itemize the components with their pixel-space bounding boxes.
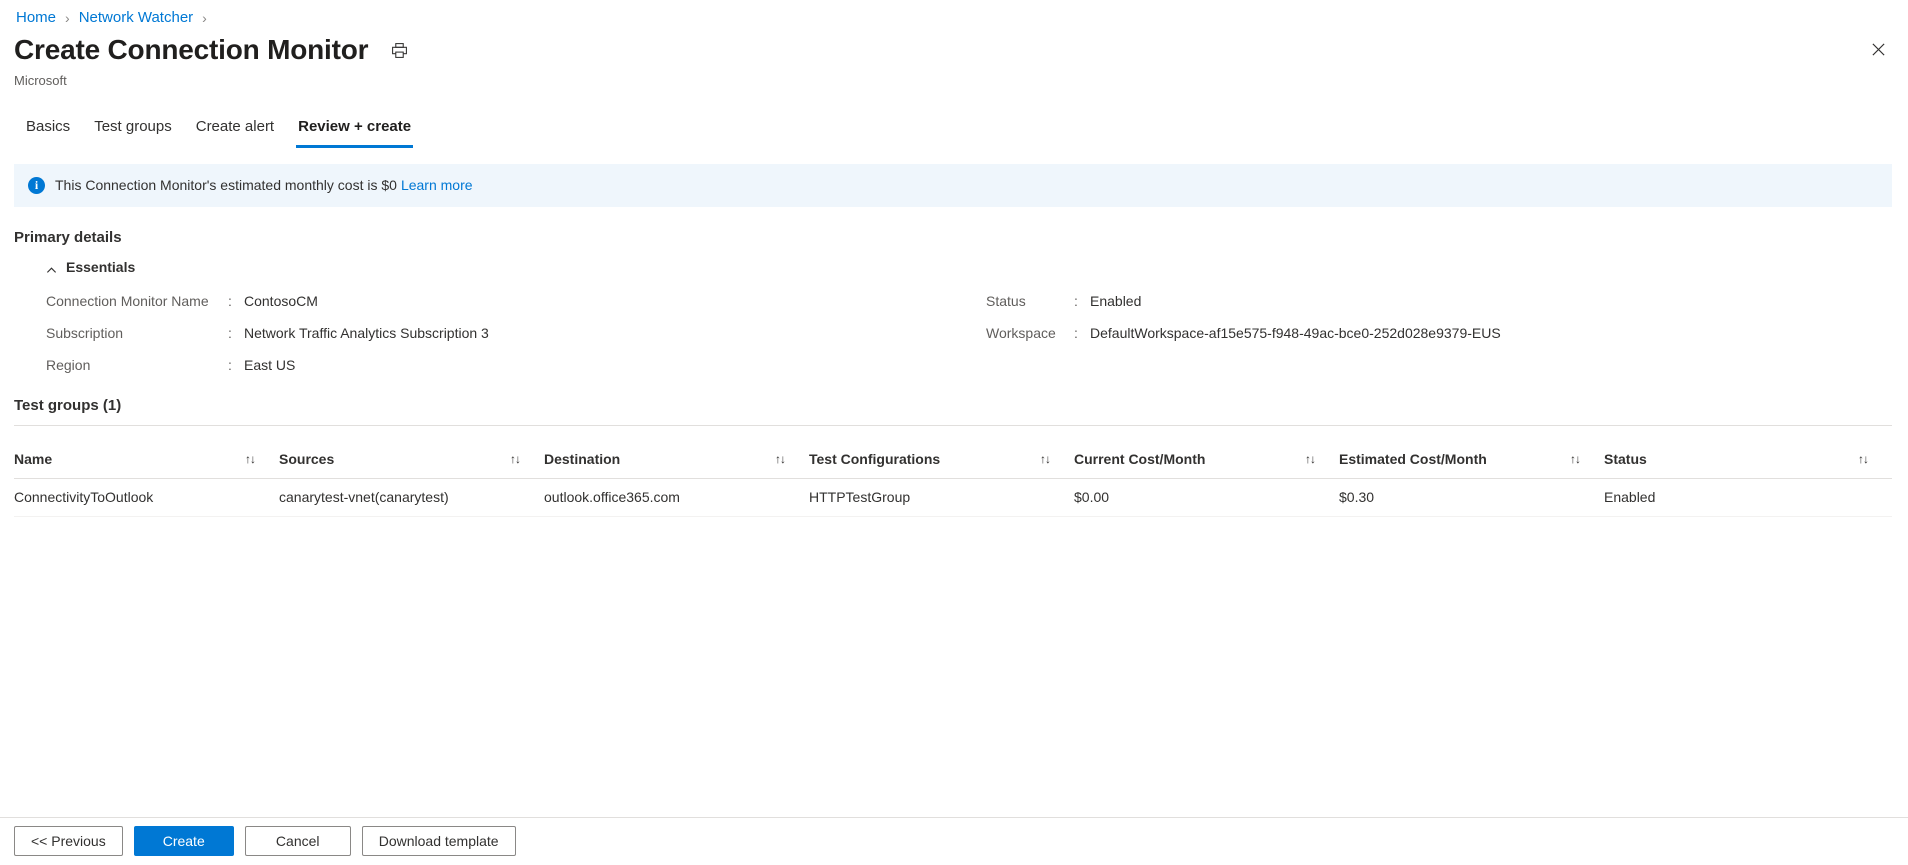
- wizard-footer: << Previous Create Cancel Download templ…: [14, 826, 516, 856]
- column-header-label: Destination: [544, 451, 621, 467]
- cell-current-cost: $0.00: [1074, 489, 1110, 505]
- detail-label: Connection Monitor Name: [46, 293, 209, 309]
- column-header-label: Name: [14, 451, 53, 467]
- column-header-label: Estimated Cost/Month: [1339, 451, 1487, 467]
- column-header-estimated-cost[interactable]: Estimated Cost/Month ↑↓: [1339, 441, 1604, 478]
- detail-label: Region: [46, 357, 91, 373]
- create-connection-monitor-blade: Home › Network Watcher › Create Connecti…: [0, 0, 1908, 865]
- essentials-right-column: Status : Enabled Workspace : DefaultWork…: [986, 292, 1886, 388]
- detail-colon: :: [228, 293, 232, 309]
- detail-colon: :: [228, 357, 232, 373]
- create-button[interactable]: Create: [133, 826, 234, 856]
- download-template-button[interactable]: Download template: [361, 826, 516, 856]
- sort-icon[interactable]: ↑↓: [1858, 450, 1869, 469]
- footer-divider: [0, 817, 1908, 818]
- column-header-label: Test Configurations: [809, 451, 941, 467]
- detail-value: Network Traffic Analytics Subscription 3: [244, 325, 489, 341]
- cost-info-banner: i This Connection Monitor's estimated mo…: [14, 164, 1892, 207]
- previous-button[interactable]: << Previous: [14, 826, 123, 856]
- breadcrumb-item-home[interactable]: Home: [16, 8, 56, 28]
- essentials-toggle[interactable]: Essentials: [46, 258, 135, 277]
- test-groups-heading: Test groups (1): [14, 397, 122, 414]
- column-header-label: Status: [1604, 451, 1647, 467]
- sort-icon[interactable]: ↑↓: [775, 450, 786, 469]
- info-icon: i: [28, 177, 45, 194]
- cell-test-configurations: HTTPTestGroup: [809, 489, 911, 505]
- detail-colon: :: [1074, 325, 1078, 341]
- column-header-label: Current Cost/Month: [1074, 451, 1206, 467]
- primary-details-heading: Primary details: [14, 229, 122, 246]
- table-row[interactable]: ConnectivityToOutlook canarytest-vnet(ca…: [14, 479, 1892, 517]
- chevron-up-icon: [46, 262, 57, 273]
- cell-destination: outlook.office365.com: [544, 489, 680, 505]
- column-header-destination[interactable]: Destination ↑↓: [544, 441, 809, 478]
- cell-sources: canarytest-vnet(canarytest): [279, 489, 449, 505]
- close-icon[interactable]: [1862, 33, 1894, 65]
- detail-label: Workspace: [986, 325, 1056, 341]
- detail-row-status: Status : Enabled: [986, 292, 1886, 324]
- tab-basics[interactable]: Basics: [14, 117, 82, 148]
- cancel-button[interactable]: Cancel: [244, 826, 351, 856]
- breadcrumb-item-network-watcher[interactable]: Network Watcher: [79, 8, 193, 28]
- tab-create-alert[interactable]: Create alert: [184, 117, 286, 148]
- detail-colon: :: [1074, 293, 1078, 309]
- detail-row-subscription: Subscription : Network Traffic Analytics…: [46, 324, 986, 356]
- detail-colon: :: [228, 325, 232, 341]
- learn-more-link[interactable]: Learn more: [401, 177, 473, 193]
- print-icon[interactable]: [386, 37, 412, 63]
- wizard-tabs: Basics Test groups Create alert Review +…: [14, 108, 423, 148]
- sort-icon[interactable]: ↑↓: [245, 450, 256, 469]
- cell-status: Enabled: [1604, 489, 1656, 505]
- sort-icon[interactable]: ↑↓: [510, 450, 521, 469]
- detail-label: Status: [986, 293, 1026, 309]
- essentials-label: Essentials: [66, 259, 136, 275]
- page-title: Create Connection Monitor: [14, 34, 369, 65]
- breadcrumb-separator-icon: ›: [65, 10, 70, 26]
- detail-row-connection-monitor-name: Connection Monitor Name : ContosoCM: [46, 292, 986, 324]
- tab-review-create[interactable]: Review + create: [286, 117, 423, 148]
- column-header-label: Sources: [279, 451, 335, 467]
- essentials-left-column: Connection Monitor Name : ContosoCM Subs…: [46, 292, 986, 388]
- detail-label: Subscription: [46, 325, 124, 341]
- breadcrumb-separator-icon: ›: [202, 10, 207, 26]
- test-groups-table: Name ↑↓ Sources ↑↓ Destination ↑↓ Test C…: [14, 441, 1892, 517]
- detail-value: ContosoCM: [244, 293, 318, 309]
- tab-test-groups[interactable]: Test groups: [82, 117, 184, 148]
- essentials-details: Connection Monitor Name : ContosoCM Subs…: [46, 292, 1886, 388]
- table-header-row: Name ↑↓ Sources ↑↓ Destination ↑↓ Test C…: [14, 441, 1892, 479]
- detail-row-workspace: Workspace : DefaultWorkspace-af15e575-f9…: [986, 324, 1886, 356]
- column-header-sources[interactable]: Sources ↑↓: [279, 441, 544, 478]
- cell-name: ConnectivityToOutlook: [14, 489, 154, 505]
- sort-icon[interactable]: ↑↓: [1040, 450, 1051, 469]
- sort-icon[interactable]: ↑↓: [1305, 450, 1316, 469]
- cost-info-message: This Connection Monitor's estimated mont…: [55, 177, 397, 193]
- detail-row-region: Region : East US: [46, 356, 986, 388]
- column-header-current-cost[interactable]: Current Cost/Month ↑↓: [1074, 441, 1339, 478]
- column-header-name[interactable]: Name ↑↓: [14, 441, 279, 478]
- detail-value: DefaultWorkspace-af15e575-f948-49ac-bce0…: [1090, 325, 1501, 341]
- detail-value: East US: [244, 357, 296, 373]
- column-header-test-configurations[interactable]: Test Configurations ↑↓: [809, 441, 1074, 478]
- breadcrumb: Home › Network Watcher ›: [16, 8, 216, 28]
- cost-info-text: This Connection Monitor's estimated mont…: [55, 176, 473, 195]
- page-subtitle: Microsoft: [14, 73, 67, 88]
- cell-estimated-cost: $0.30: [1339, 489, 1375, 505]
- sort-icon[interactable]: ↑↓: [1570, 450, 1581, 469]
- test-groups-divider: [14, 425, 1892, 426]
- page-title-row: Create Connection Monitor: [14, 33, 412, 67]
- detail-value: Enabled: [1090, 293, 1142, 309]
- column-header-status[interactable]: Status ↑↓: [1604, 441, 1892, 478]
